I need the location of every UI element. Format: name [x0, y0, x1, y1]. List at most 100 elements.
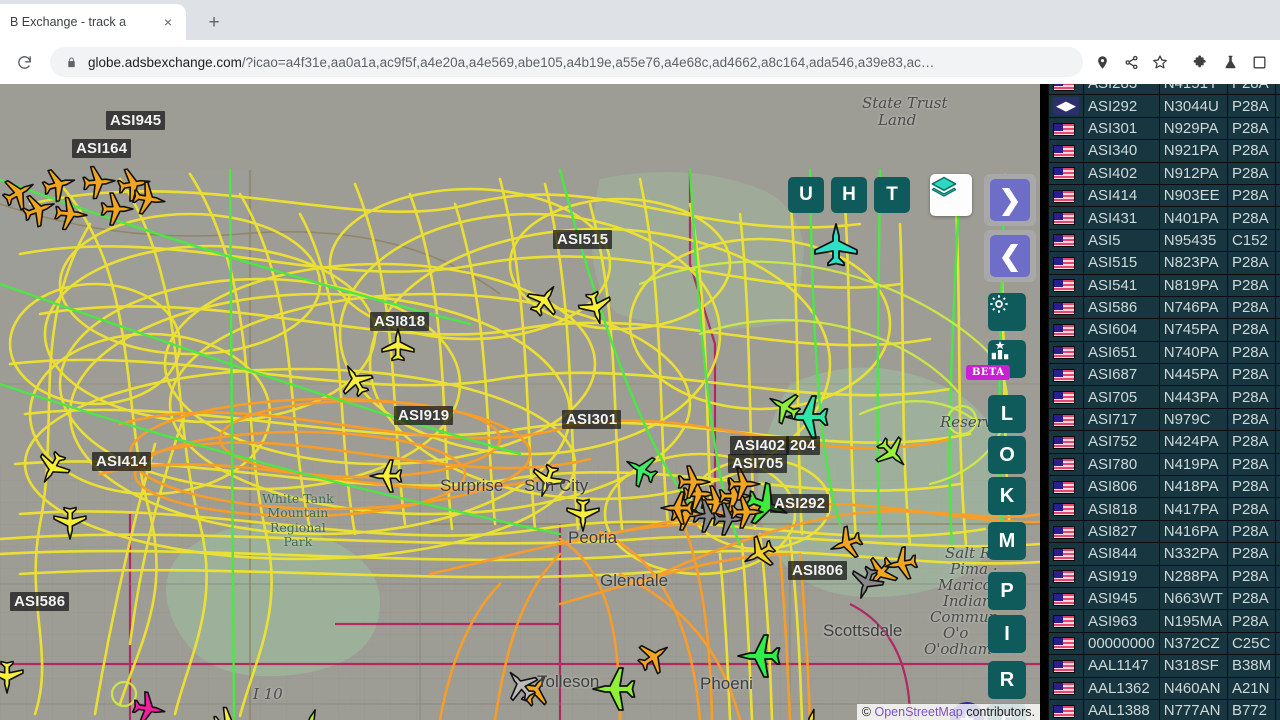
aircraft-row[interactable]: ASI402 N912PA P28A: [1048, 161, 1280, 185]
map-place-label: Peoria: [568, 528, 618, 547]
aircraft-row[interactable]: AAL1388 N777AN B772: [1048, 698, 1280, 720]
bookmark-star-icon[interactable]: [1147, 49, 1173, 75]
aircraft-row[interactable]: AAL1147 N318SF B38M: [1048, 654, 1280, 678]
aircraft-row[interactable]: ASI687 N445PA P28A: [1048, 363, 1280, 387]
map-attribution: © OpenStreetMap contributors.: [856, 704, 1040, 720]
aircraft-row[interactable]: ASI806 N418PA P28A: [1048, 475, 1280, 499]
url-domain: globe.adsbexchange.com: [88, 54, 242, 70]
aircraft-callsign-label[interactable]: ASI164: [72, 139, 132, 158]
map-button-m[interactable]: M: [988, 522, 1026, 560]
aircraft-type: P28A: [1226, 84, 1277, 96]
map-button-p[interactable]: P: [988, 572, 1026, 610]
aircraft-type: B38M: [1226, 654, 1277, 678]
prev-aircraft-button[interactable]: ❮: [990, 235, 1030, 277]
aircraft-callsign: ASI414: [1083, 183, 1160, 208]
aircraft-callsign-label[interactable]: ASI945: [106, 111, 166, 130]
aircraft-overflow-cell: [1275, 586, 1280, 611]
aircraft-callsign-label[interactable]: ASI301: [562, 410, 622, 429]
layers-icon[interactable]: [930, 174, 972, 216]
aircraft-row[interactable]: ASI414 N903EE P28A: [1048, 183, 1280, 208]
aircraft-callsign-label[interactable]: 204: [786, 436, 820, 455]
new-tab-button[interactable]: +: [200, 9, 228, 37]
aircraft-type: P28A: [1226, 452, 1277, 477]
aircraft-row[interactable]: ASI919 N288PA P28A: [1048, 564, 1280, 588]
aircraft-overflow-cell: [1275, 542, 1280, 566]
openstreetmap-link[interactable]: OpenStreetMap: [874, 705, 962, 719]
map-button-r[interactable]: R: [988, 661, 1026, 699]
aircraft-type: A21N: [1226, 676, 1277, 700]
gear-icon[interactable]: [988, 293, 1026, 331]
aircraft-callsign-label[interactable]: ASI402: [730, 436, 790, 455]
aircraft-row[interactable]: ASI301 N929PA P28A: [1048, 116, 1280, 141]
aircraft-row[interactable]: ASI515 N823PA P28A: [1048, 251, 1280, 275]
aircraft-row[interactable]: ASI963 N195MA P28A: [1048, 609, 1280, 633]
map-button-h[interactable]: H: [831, 177, 867, 213]
aircraft-overflow-cell: [1275, 676, 1280, 700]
aircraft-callsign-label[interactable]: ASI515: [553, 230, 613, 249]
browser-tab[interactable]: B Exchange - track a ×: [0, 4, 186, 40]
aircraft-overflow-cell: [1275, 654, 1280, 678]
browser-chrome: B Exchange - track a × + globe.adsbexcha…: [0, 0, 1280, 84]
aircraft-registration: N418PA: [1158, 475, 1228, 499]
aircraft-row[interactable]: ASI586 N746PA P28A: [1048, 295, 1280, 320]
aircraft-callsign: 00000000: [1083, 631, 1160, 656]
address-bar[interactable]: globe.adsbexchange.com/?icao=a4f31e,aa0a…: [50, 47, 1083, 77]
aircraft-registration: N195MA: [1158, 609, 1228, 633]
aircraft-registration: N419PA: [1158, 452, 1228, 477]
aircraft-row[interactable]: ASI945 N663WT P28A: [1048, 586, 1280, 611]
aircraft-callsign-label[interactable]: ASI586: [10, 592, 70, 611]
aircraft-row[interactable]: ASI283N4151YP28A: [1048, 84, 1280, 96]
aircraft-row[interactable]: ASI604 N745PA P28A: [1048, 318, 1280, 342]
aircraft-row[interactable]: ASI717 N979C P28A: [1048, 407, 1280, 432]
country-flag-icon: [1048, 228, 1084, 253]
reload-icon[interactable]: [10, 48, 38, 76]
aircraft-registration: N417PA: [1158, 497, 1228, 521]
next-aircraft-button[interactable]: ❯: [990, 179, 1030, 221]
aircraft-row[interactable]: ASI340 N921PA P28A: [1048, 139, 1280, 163]
aircraft-row[interactable]: ASI780 N419PA P28A: [1048, 452, 1280, 477]
aircraft-callsign-label[interactable]: ASI414: [92, 452, 152, 471]
map-place-label: Surprise: [440, 476, 504, 495]
aircraft-row[interactable]: 00000000 N372CZ C25C: [1048, 631, 1280, 656]
map-button-k[interactable]: K: [988, 477, 1026, 515]
aircraft-row[interactable]: ASI541 N819PA P28A: [1048, 273, 1280, 297]
aircraft-row[interactable]: ASI431 N401PA P28A: [1048, 206, 1280, 230]
map-button-t[interactable]: T: [874, 177, 910, 213]
aircraft-callsign-label[interactable]: ASI292: [770, 494, 830, 513]
map-button-l[interactable]: L: [988, 395, 1026, 433]
aircraft-row[interactable]: ASI818 N417PA P28A: [1048, 497, 1280, 521]
map-button-i[interactable]: I: [988, 615, 1026, 653]
map-button-u[interactable]: U: [788, 177, 824, 213]
aircraft-row[interactable]: ASI752 N424PA P28A: [1048, 430, 1280, 454]
aircraft-callsign-label[interactable]: ASI806: [788, 561, 848, 580]
aircraft-list-panel[interactable]: ASI283N4151YP28A◀▶ASI292N3044UP28AASI301…: [1040, 84, 1280, 720]
map-button-o[interactable]: O: [988, 436, 1026, 474]
aircraft-callsign-label[interactable]: ASI919: [394, 406, 454, 425]
map-canvas[interactable]: State Trust Land White Tank Mountain Regiona…: [0, 84, 1040, 720]
location-pin-icon[interactable]: [1089, 49, 1115, 75]
aircraft-registration: N912PA: [1158, 161, 1228, 185]
aircraft-table[interactable]: ASI283N4151YP28A◀▶ASI292N3044UP28AASI301…: [1048, 84, 1280, 720]
aircraft-row[interactable]: ASI827 N416PA P28A: [1048, 519, 1280, 544]
aircraft-row[interactable]: ◀▶ ASI292 N3044U P28A: [1048, 94, 1280, 118]
url-text: globe.adsbexchange.com/?icao=a4f31e,aa0a…: [88, 55, 1077, 70]
labs-flask-icon[interactable]: [1217, 49, 1243, 75]
aircraft-callsign-label[interactable]: ASI705: [728, 454, 788, 473]
aircraft-row[interactable]: ASI5 N95435 C152: [1048, 228, 1280, 253]
aircraft-row[interactable]: ASI844 N332PA P28A: [1048, 542, 1280, 566]
aircraft-overflow-cell: [1275, 116, 1280, 141]
country-flag-icon: [1048, 586, 1084, 611]
extensions-puzzle-icon[interactable]: [1188, 49, 1214, 75]
sidepanel-icon[interactable]: [1246, 49, 1272, 75]
aircraft-registration: N819PA: [1158, 273, 1228, 297]
aircraft-row[interactable]: ASI651 N740PA P28A: [1048, 340, 1280, 365]
aircraft-row[interactable]: ASI705 N443PA P28A: [1048, 385, 1280, 409]
aircraft-overflow-cell: [1275, 385, 1280, 409]
aircraft-overflow-cell: [1275, 295, 1280, 320]
close-icon[interactable]: ×: [158, 12, 178, 32]
aircraft-callsign: ASI340: [1083, 139, 1160, 163]
aircraft-row[interactable]: AAL1362 N460AN A21N: [1048, 676, 1280, 700]
share-icon[interactable]: [1118, 49, 1144, 75]
aircraft-callsign-label[interactable]: ASI818: [370, 312, 430, 331]
country-flag-icon: [1048, 251, 1084, 275]
